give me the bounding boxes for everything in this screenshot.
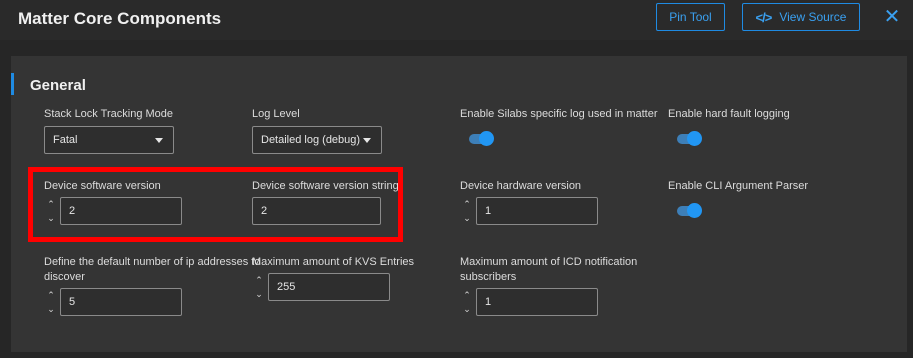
chevron-down-icon [155, 138, 163, 143]
chevron-up-icon[interactable]: ⌃ [254, 275, 264, 285]
kvs-entries-stepper[interactable]: ⌃ ⌄ [254, 273, 264, 301]
cli-parser-toggle[interactable] [675, 203, 702, 218]
kvs-entries-label: Maximum amount of KVS Entries [252, 256, 415, 268]
chevron-up-icon[interactable]: ⌃ [462, 199, 472, 209]
section-accent-bar [11, 73, 14, 95]
kvs-entries-input[interactable]: 255 [268, 273, 390, 301]
highlight-box [28, 167, 403, 242]
hard-fault-toggle[interactable] [675, 131, 702, 146]
chevron-down-icon [363, 138, 371, 143]
stack-lock-select[interactable]: Fatal [44, 126, 174, 154]
silabs-log-label: Enable Silabs specific log used in matte… [460, 108, 658, 120]
chevron-down-icon[interactable]: ⌄ [462, 304, 472, 314]
log-level-select[interactable]: Detailed log (debug) [252, 126, 382, 154]
ip-addresses-label: Define the default number of ip addresse… [44, 255, 260, 285]
ip-addresses-input[interactable]: 5 [60, 288, 182, 316]
section-title: General [30, 77, 86, 94]
chevron-up-icon[interactable]: ⌃ [46, 290, 56, 300]
close-icon[interactable]: ✕ [881, 6, 903, 28]
cli-parser-label: Enable CLI Argument Parser [668, 180, 809, 192]
code-icon: </> [755, 9, 773, 25]
log-level-value: Detailed log (debug) [261, 134, 361, 146]
pin-tool-button[interactable]: Pin Tool [656, 3, 725, 31]
icd-subscribers-label: Maximum amount of ICD notification subsc… [460, 255, 637, 285]
log-level-label: Log Level [252, 108, 300, 120]
ip-addresses-stepper[interactable]: ⌃ ⌄ [46, 288, 56, 316]
silabs-log-toggle[interactable] [467, 131, 494, 146]
page-title: Matter Core Components [18, 9, 222, 28]
chevron-up-icon[interactable]: ⌃ [462, 290, 472, 300]
icd-subscribers-input[interactable]: 1 [476, 288, 598, 316]
pin-tool-label: Pin Tool [669, 10, 712, 24]
view-source-label: View Source [779, 10, 847, 24]
hw-version-input[interactable]: 1 [476, 197, 598, 225]
hw-version-stepper[interactable]: ⌃ ⌄ [462, 197, 472, 225]
chevron-down-icon[interactable]: ⌄ [46, 304, 56, 314]
top-bar: Matter Core Components Pin Tool </> View… [0, 0, 913, 40]
icd-subscribers-label-line2: subscribers [460, 271, 517, 283]
ip-addresses-label-line2: discover [44, 271, 85, 283]
toggle-thumb [479, 131, 494, 146]
icd-subscribers-label-line1: Maximum amount of ICD notification [460, 256, 638, 268]
chevron-down-icon[interactable]: ⌄ [254, 289, 264, 299]
hard-fault-label: Enable hard fault logging [668, 108, 790, 120]
stack-lock-label: Stack Lock Tracking Mode [44, 108, 174, 120]
view-source-button[interactable]: </> View Source [742, 3, 860, 31]
stack-lock-value: Fatal [53, 134, 78, 146]
chevron-down-icon[interactable]: ⌄ [462, 213, 472, 223]
toggle-thumb [687, 131, 702, 146]
toggle-thumb [687, 203, 702, 218]
ip-addresses-label-line1: Define the default number of ip addresse… [44, 256, 261, 268]
icd-subscribers-stepper[interactable]: ⌃ ⌄ [462, 288, 472, 316]
hw-version-label: Device hardware version [460, 180, 582, 192]
